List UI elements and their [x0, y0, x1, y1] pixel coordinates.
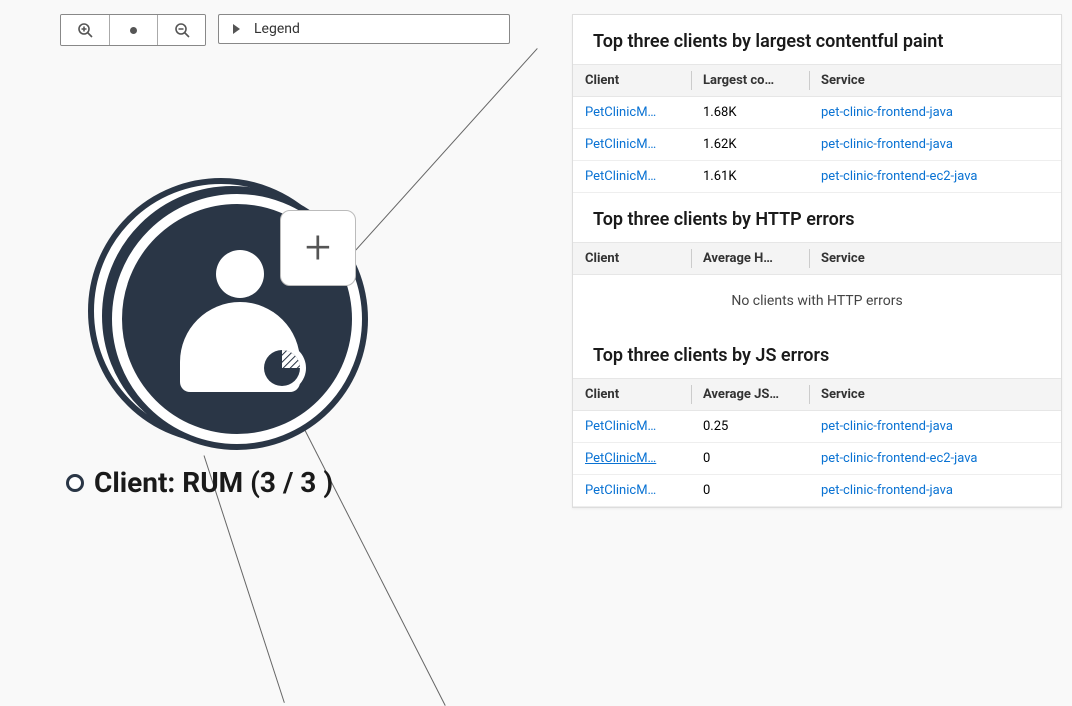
metric-value: 0.25: [691, 411, 809, 442]
graph-edge: [300, 420, 446, 706]
client-link[interactable]: PetClinicM…: [573, 97, 691, 128]
plus-icon: +: [305, 221, 331, 275]
col-header-client: Client: [573, 379, 691, 410]
section-title-lcp: Top three clients by largest contentful …: [573, 15, 1061, 64]
service-link[interactable]: pet-clinic-frontend-java: [809, 475, 1061, 506]
metric-value: 1.61K: [691, 161, 809, 192]
section-title-http: Top three clients by HTTP errors: [573, 193, 1061, 242]
zoom-button-group: [60, 14, 206, 46]
service-link[interactable]: pet-clinic-frontend-ec2-java: [809, 443, 1061, 474]
graph-canvas[interactable]: Legend + Client: RUM (3 / 3 ): [0, 0, 560, 628]
zoom-out-button[interactable]: [157, 15, 205, 45]
metric-value: 0: [691, 443, 809, 474]
table-header-http: Client Average H… Service: [573, 242, 1061, 275]
col-header-value: Average H…: [691, 243, 809, 274]
service-link[interactable]: pet-clinic-frontend-java: [809, 97, 1061, 128]
zoom-in-button[interactable]: [61, 15, 109, 45]
col-header-service: Service: [809, 65, 1061, 96]
legend-toggle-button[interactable]: Legend: [218, 14, 510, 44]
bullet-icon: [66, 474, 84, 492]
dot-icon: [130, 27, 137, 34]
col-header-value: Largest co…: [691, 65, 809, 96]
zoom-in-icon: [77, 22, 93, 38]
col-header-value: Average JS…: [691, 379, 809, 410]
client-link[interactable]: PetClinicM…: [573, 443, 691, 474]
col-header-service: Service: [809, 243, 1061, 274]
table-header-lcp: Client Largest co… Service: [573, 64, 1061, 97]
client-link[interactable]: PetClinicM…: [573, 129, 691, 160]
expand-node-button[interactable]: +: [280, 210, 356, 286]
table-row: PetClinicM…1.68Kpet-clinic-frontend-java: [573, 97, 1061, 129]
table-header-js: Client Average JS… Service: [573, 378, 1061, 411]
play-icon: [233, 24, 240, 34]
legend-label: Legend: [254, 21, 300, 37]
table-row: PetClinicM…0pet-clinic-frontend-java: [573, 475, 1061, 507]
table-row: PetClinicM…0pet-clinic-frontend-ec2-java: [573, 443, 1061, 475]
client-link[interactable]: PetClinicM…: [573, 475, 691, 506]
metric-value: 0: [691, 475, 809, 506]
client-link[interactable]: PetClinicM…: [573, 161, 691, 192]
service-link[interactable]: pet-clinic-frontend-ec2-java: [809, 161, 1061, 192]
col-header-client: Client: [573, 243, 691, 274]
table-row: PetClinicM…1.61Kpet-clinic-frontend-ec2-…: [573, 161, 1061, 193]
zoom-out-icon: [174, 22, 190, 38]
service-link[interactable]: pet-clinic-frontend-java: [809, 411, 1061, 442]
table-row: PetClinicM…1.62Kpet-clinic-frontend-java: [573, 129, 1061, 161]
node-label: Client: RUM (3 / 3 ): [66, 466, 333, 499]
section-title-js: Top three clients by JS errors: [573, 329, 1061, 378]
http-empty-message: No clients with HTTP errors: [573, 275, 1061, 329]
metric-value: 1.62K: [691, 129, 809, 160]
service-link[interactable]: pet-clinic-frontend-java: [809, 129, 1061, 160]
metric-value: 1.68K: [691, 97, 809, 128]
col-header-service: Service: [809, 379, 1061, 410]
graph-edge: [350, 48, 538, 257]
zoom-reset-button[interactable]: [109, 15, 157, 45]
col-header-client: Client: [573, 65, 691, 96]
client-link[interactable]: PetClinicM…: [573, 411, 691, 442]
node-label-text: Client: RUM (3 / 3 ): [94, 466, 333, 499]
pie-chart-icon: [254, 340, 310, 396]
table-row: PetClinicM…0.25pet-clinic-frontend-java: [573, 411, 1061, 443]
detail-panel: Top three clients by largest contentful …: [572, 14, 1062, 508]
canvas-toolbar: Legend: [60, 14, 510, 46]
